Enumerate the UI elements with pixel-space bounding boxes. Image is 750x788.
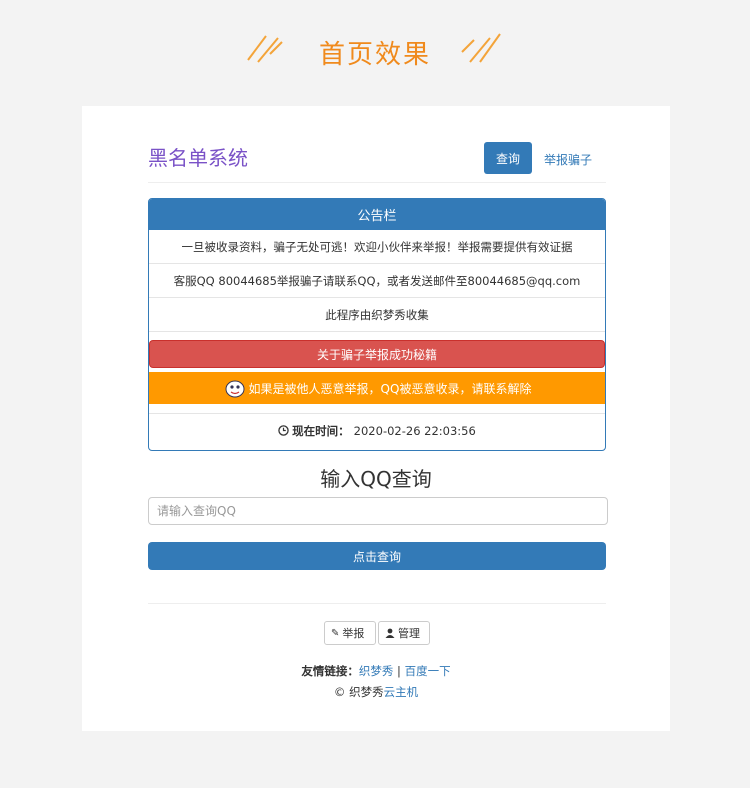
friend-links: 友情链接：织梦秀 | 百度一下 xyxy=(82,663,670,679)
notice-line: 客服QQ 80044685举报骗子请联系QQ，或者发送邮件至80044685@q… xyxy=(149,264,605,298)
query-button[interactable]: 点击查询 xyxy=(148,542,606,570)
slash-decoration-icon xyxy=(461,33,501,63)
penguin-mascot-icon xyxy=(225,380,245,398)
time-row: 现在时间： 2020-02-26 22:03:56 xyxy=(149,413,605,447)
main-card: 黑名单系统 查询 举报骗子 公告栏 一旦被收录资料，骗子无处可逃！欢迎小伙伴来举… xyxy=(82,106,670,731)
banner: 首页效果 xyxy=(0,0,750,105)
user-icon xyxy=(385,628,395,638)
banner-title: 首页效果 xyxy=(318,40,431,70)
copyright-text: © 织梦秀 xyxy=(333,685,384,699)
copyright: © 织梦秀云主机 xyxy=(82,684,670,700)
divider xyxy=(148,603,606,604)
nav-query-tab[interactable]: 查询 xyxy=(484,142,532,174)
time-value: 2020-02-26 22:03:56 xyxy=(353,423,476,438)
link-zhimengxiu[interactable]: 织梦秀 xyxy=(359,664,394,678)
qq-search-input[interactable] xyxy=(148,497,608,525)
notice-heading: 公告栏 xyxy=(149,199,605,230)
notice-panel: 公告栏 一旦被收录资料，骗子无处可逃！欢迎小伙伴来举报！举报需要提供有效证据 客… xyxy=(148,198,606,451)
query-title: 输入QQ查询 xyxy=(320,467,432,491)
nav-report-link[interactable]: 举报骗子 xyxy=(544,151,592,168)
clock-icon xyxy=(278,425,289,436)
warning-text: 如果是被他人恶意举报，QQ被恶意收录，请联系解除 xyxy=(248,381,532,396)
admin-button[interactable]: 管理 xyxy=(378,621,430,645)
header: 黑名单系统 查询 举报骗子 xyxy=(148,138,606,183)
report-button[interactable]: ✎ 举报 xyxy=(324,621,376,645)
notice-line: 一旦被收录资料，骗子无处可逃！欢迎小伙伴来举报！举报需要提供有效证据 xyxy=(149,230,605,264)
link-separator: | xyxy=(393,664,405,678)
brand-title[interactable]: 黑名单系统 xyxy=(148,142,248,171)
copyright-link[interactable]: 云主机 xyxy=(384,685,419,699)
notice-line: 此程序由织梦秀收集 xyxy=(149,298,605,332)
hammer-icon: ✎ xyxy=(331,627,340,639)
report-button-label: 举报 xyxy=(342,627,365,640)
admin-button-label: 管理 xyxy=(398,627,420,640)
time-label: 现在时间： xyxy=(292,423,350,438)
links-label: 友情链接： xyxy=(301,664,359,678)
tips-button[interactable]: 关于骗子举报成功秘籍 xyxy=(149,340,605,368)
link-baidu[interactable]: 百度一下 xyxy=(405,664,451,678)
warning-banner[interactable]: 如果是被他人恶意举报，QQ被恶意收录，请联系解除 xyxy=(149,372,605,404)
